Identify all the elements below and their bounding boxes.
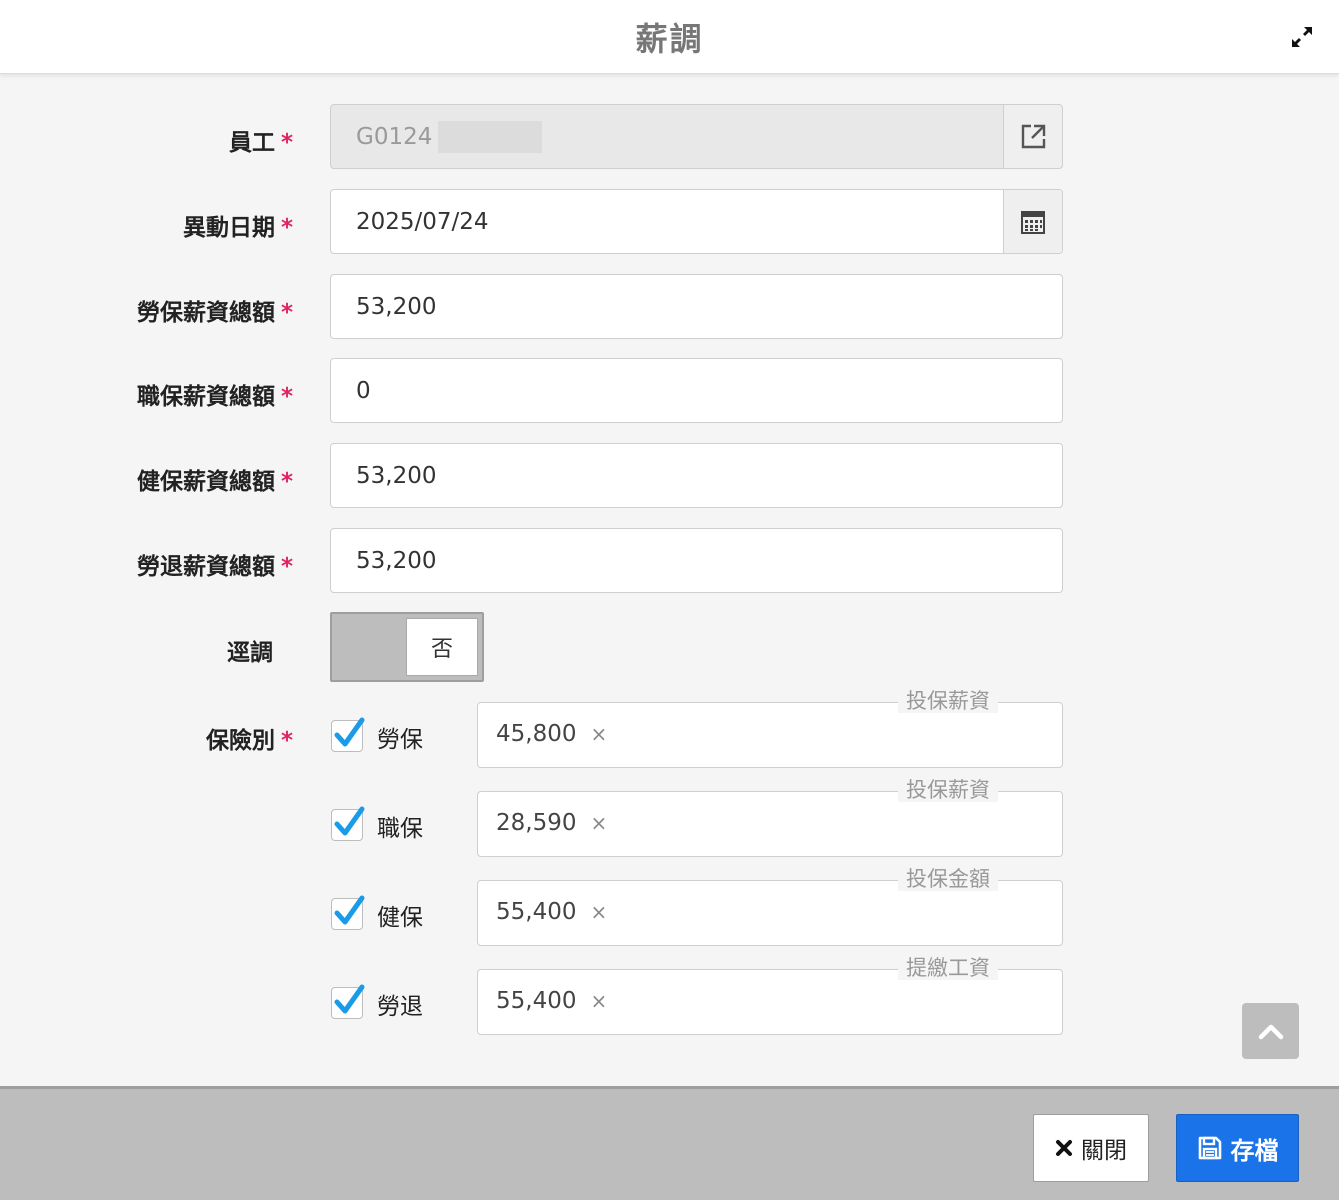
health-salary-row: 健保薪資總額 * 53,200 xyxy=(0,443,1339,509)
occupational-salary-label: 職保薪資總額 * xyxy=(136,384,293,410)
close-icon xyxy=(1056,1140,1072,1156)
labor-salary-row: 勞保薪資總額 * 53,200 xyxy=(0,274,1339,340)
occupational-legend: 投保薪資 xyxy=(898,778,998,802)
change-date-input[interactable]: 2025/07/24 xyxy=(330,189,1063,254)
labor-salary-label: 勞保薪資總額 * xyxy=(136,300,293,326)
pension-insured-field[interactable]: 提繳工資 55,400 × xyxy=(477,956,1063,1035)
labor-tag-value: 45,800 xyxy=(496,721,577,747)
backdated-toggle[interactable]: 否 xyxy=(330,612,484,682)
insurance-item-health: 健保 投保金額 55,400 × xyxy=(0,867,1339,946)
remove-tag-icon[interactable]: × xyxy=(590,722,607,746)
remove-tag-icon[interactable]: × xyxy=(590,811,607,835)
check-icon xyxy=(334,984,365,1014)
calendar-button[interactable] xyxy=(1003,190,1062,253)
expand-button[interactable] xyxy=(1287,22,1317,52)
pension-salary-input[interactable]: 53,200 xyxy=(330,528,1063,593)
employee-value: G0124 xyxy=(356,123,433,150)
expand-icon xyxy=(1292,27,1312,47)
change-date-row: 異動日期 * 2025/07/24 xyxy=(0,189,1339,255)
occupational-tag: 28,590 × xyxy=(496,810,607,836)
pension-legend: 提繳工資 xyxy=(898,956,998,980)
chevron-up-icon xyxy=(1258,1024,1283,1040)
labor-insured-field[interactable]: 投保薪資 45,800 × xyxy=(477,689,1063,768)
occupational-salary-row: 職保薪資總額 * 0 xyxy=(0,358,1339,424)
check-icon xyxy=(334,806,365,836)
occupational-tag-value: 28,590 xyxy=(496,810,577,836)
labor-checkbox[interactable] xyxy=(331,717,365,752)
labor-salary-value: 53,200 xyxy=(356,293,437,320)
remove-tag-icon[interactable]: × xyxy=(590,989,607,1013)
health-checkbox[interactable] xyxy=(331,895,365,930)
save-button-label: 存檔 xyxy=(1230,1136,1279,1165)
dialog-header: 薪調 xyxy=(0,0,1339,74)
backdated-label: 逕調 xyxy=(227,640,273,666)
health-tag-value: 55,400 xyxy=(496,899,577,925)
occupational-salary-input[interactable]: 0 xyxy=(330,358,1063,423)
health-salary-label: 健保薪資總額 * xyxy=(136,469,293,495)
save-button[interactable]: 存檔 xyxy=(1176,1114,1299,1182)
pension-salary-value: 53,200 xyxy=(356,547,437,574)
pension-salary-label: 勞退薪資總額 * xyxy=(136,554,293,580)
occupational-label: 職保 xyxy=(377,816,423,842)
change-date-label: 異動日期 * xyxy=(182,215,293,241)
open-employee-button[interactable] xyxy=(1003,105,1062,168)
backdated-row: 逕調 否 xyxy=(0,612,1339,684)
check-icon xyxy=(334,717,365,747)
redacted-block xyxy=(438,120,543,153)
pension-label: 勞退 xyxy=(377,994,423,1020)
labor-legend: 投保薪資 xyxy=(898,689,998,713)
close-button[interactable]: 關閉 xyxy=(1033,1114,1149,1182)
labor-tag: 45,800 × xyxy=(496,721,607,747)
remove-tag-icon[interactable]: × xyxy=(590,900,607,924)
health-legend: 投保金額 xyxy=(898,867,998,891)
close-button-label: 關閉 xyxy=(1081,1138,1127,1164)
change-date-value: 2025/07/24 xyxy=(356,208,489,235)
external-link-icon xyxy=(1021,124,1046,148)
dialog-footer: 關閉 存檔 xyxy=(0,1086,1339,1200)
health-salary-input[interactable]: 53,200 xyxy=(330,443,1063,508)
floppy-disk-icon xyxy=(1198,1136,1221,1160)
insurance-item-pension: 勞退 提繳工資 55,400 × xyxy=(0,956,1339,1035)
insurance-item-labor: 勞保 投保薪資 45,800 × xyxy=(0,689,1339,768)
pension-tag: 55,400 × xyxy=(496,988,607,1014)
labor-label: 勞保 xyxy=(377,727,423,753)
pension-tag-value: 55,400 xyxy=(496,988,577,1014)
occupational-checkbox[interactable] xyxy=(331,806,365,841)
dialog-title: 薪調 xyxy=(635,19,704,58)
labor-salary-input[interactable]: 53,200 xyxy=(330,274,1063,339)
toggle-knob: 否 xyxy=(406,618,478,676)
pension-checkbox[interactable] xyxy=(331,984,365,1019)
occupational-insured-field[interactable]: 投保薪資 28,590 × xyxy=(477,778,1063,857)
health-label: 健保 xyxy=(377,905,423,931)
employee-row: 員工 * G0124 xyxy=(0,104,1339,170)
health-salary-value: 53,200 xyxy=(356,462,437,489)
insurance-item-occupational: 職保 投保薪資 28,590 × xyxy=(0,778,1339,857)
employee-label: 員工 * xyxy=(228,130,293,156)
check-icon xyxy=(334,895,365,925)
health-tag: 55,400 × xyxy=(496,899,607,925)
pension-salary-row: 勞退薪資總額 * 53,200 xyxy=(0,528,1339,594)
employee-field[interactable]: G0124 xyxy=(330,104,1063,169)
occupational-salary-value: 0 xyxy=(356,377,371,404)
scroll-top-button[interactable] xyxy=(1242,1003,1299,1059)
health-insured-field[interactable]: 投保金額 55,400 × xyxy=(477,867,1063,946)
calendar-icon xyxy=(1021,210,1045,234)
